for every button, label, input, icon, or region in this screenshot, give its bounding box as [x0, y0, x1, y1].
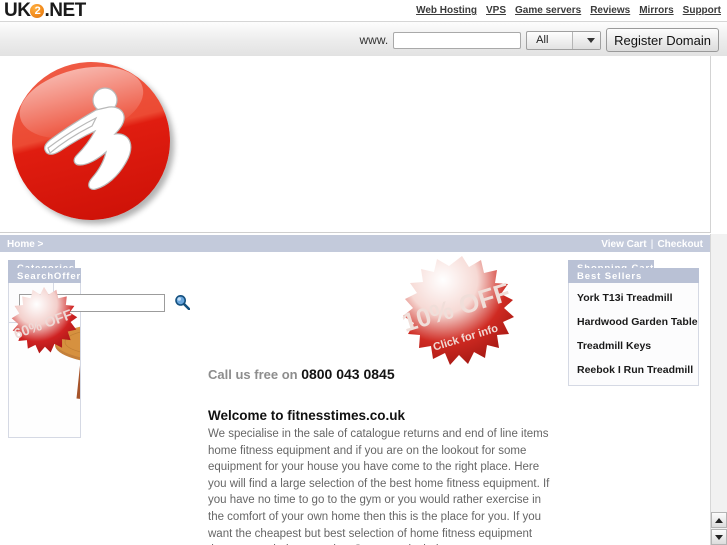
breadcrumb-bar: Home > View Cart | Checkout — [0, 234, 711, 253]
list-item[interactable]: Hardwood Garden Table — [577, 316, 698, 328]
sixty-percent-off-badge-icon[interactable]: 60% OFF — [8, 285, 81, 361]
breadcrumb-home[interactable]: Home > — [7, 239, 43, 250]
search-panel-title: Search — [8, 268, 55, 283]
page-vertical-scrollbar[interactable] — [710, 234, 727, 545]
latest-offer-panel: Latest Offer — [8, 268, 82, 438]
uk2-nav-web-hosting[interactable]: Web Hosting — [416, 5, 477, 16]
uk2-logo-right: .NET — [44, 0, 86, 21]
chevron-down-icon — [572, 31, 601, 49]
checkout-link[interactable]: Checkout — [657, 239, 703, 250]
runner-figure-icon — [44, 87, 132, 190]
uk2-nav: Web Hosting VPS Game servers Reviews Mirrors… — [407, 4, 721, 16]
main-column: 10% OFF Click for info Call us free on 0… — [200, 252, 560, 545]
page-root: UK 2 .NET Web Hosting VPS Game servers Review… — [0, 0, 727, 545]
fitnesstimes-logo[interactable] — [0, 56, 187, 232]
uk2-nav-support[interactable]: Support — [683, 5, 721, 16]
magnifier-icon[interactable] — [174, 294, 190, 310]
register-domain-button[interactable]: Register Domain — [606, 28, 719, 52]
tld-select[interactable]: All — [526, 30, 602, 50]
phone-number: 0800 043 0845 — [301, 366, 395, 382]
domain-search-group: www. All Register Domain — [359, 28, 719, 52]
phone-line: Call us free on 0800 043 0845 — [208, 366, 395, 382]
page-scroll-up-button[interactable] — [711, 512, 727, 528]
list-item[interactable]: York T13i Treadmill — [577, 292, 698, 304]
tld-select-value: All — [536, 34, 549, 46]
best-sellers-panel-body: York T13i Treadmill Hardwood Garden Tabl… — [568, 283, 699, 386]
cart-links: View Cart | Checkout — [601, 239, 703, 250]
page-scroll-down-button[interactable] — [711, 529, 727, 545]
welcome-paragraph: We specialise in the sale of catalogue r… — [208, 428, 550, 545]
uk2-logo-left: UK — [4, 0, 31, 21]
uk2-nav-game-servers[interactable]: Game servers — [515, 5, 581, 16]
uk2-nav-vps[interactable]: VPS — [486, 5, 506, 16]
best-sellers-panel-title: Best Sellers — [568, 268, 699, 283]
uk2-logo-two-icon: 2 — [30, 4, 45, 18]
domain-search-strip: www. All Register Domain — [0, 21, 727, 57]
site-banner — [0, 56, 710, 232]
uk2-nav-reviews[interactable]: Reviews — [590, 5, 630, 16]
uk2-top-bar: UK 2 .NET Web Hosting VPS Game servers Review… — [0, 0, 727, 21]
view-cart-link[interactable]: View Cart — [601, 239, 646, 250]
best-sellers-panel: Best Sellers York T13i Treadmill Hardwoo… — [568, 268, 699, 386]
list-item[interactable]: Treadmill Keys — [577, 340, 698, 352]
page-title: Welcome to fitnesstimes.co.uk — [208, 408, 406, 423]
list-item[interactable]: Reebok I Run Treadmill — [577, 364, 698, 376]
latest-offer-panel-body[interactable]: 60% OFF — [8, 283, 82, 438]
uk2-logo[interactable]: UK 2 .NET — [4, 0, 86, 22]
domain-www-label: www. — [359, 33, 389, 47]
site-banner-frame — [0, 56, 727, 233]
banner-right-gutter — [711, 56, 727, 234]
domain-name-input[interactable] — [393, 31, 522, 49]
ten-percent-off-badge-icon[interactable]: 10% OFF Click for info — [396, 252, 528, 374]
link-separator: | — [650, 239, 654, 250]
content-area: Categories Latest Offer — [0, 252, 711, 545]
phone-prefix: Call us free on — [208, 367, 302, 382]
uk2-nav-mirrors[interactable]: Mirrors — [639, 5, 673, 16]
